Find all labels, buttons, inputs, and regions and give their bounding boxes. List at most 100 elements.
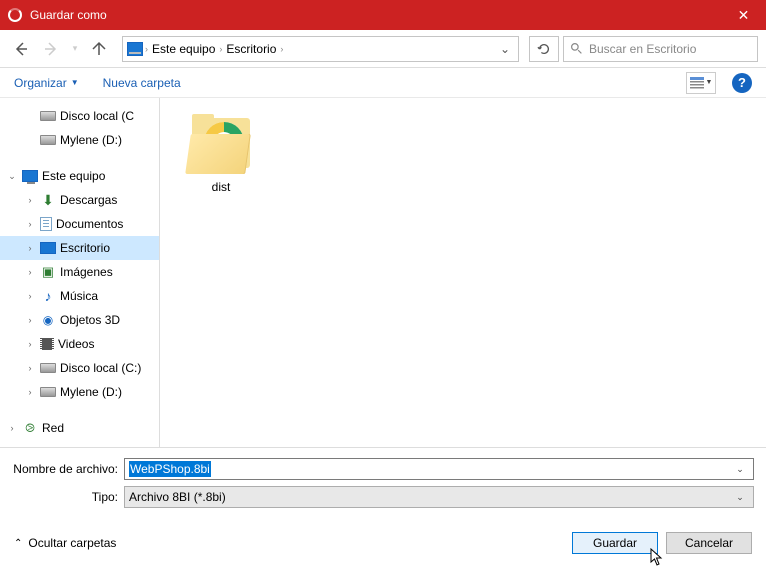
- tree-downloads[interactable]: › ⬇ Descargas: [0, 188, 159, 212]
- pc-icon: [127, 42, 143, 56]
- disk-icon: [40, 363, 56, 373]
- chevron-down-icon[interactable]: ⌄: [731, 492, 749, 503]
- tree-label: Videos: [58, 337, 94, 351]
- collapse-icon[interactable]: ⌄: [6, 171, 18, 182]
- arrow-up-icon: [91, 41, 107, 57]
- titlebar: Guardar como ✕: [0, 0, 766, 30]
- network-icon: ⧁: [22, 421, 38, 435]
- main-area: Disco local (C Mylene (D:) ⌄Este equipo …: [0, 98, 766, 448]
- app-icon: [8, 8, 22, 22]
- chevron-right-icon: ›: [280, 44, 283, 54]
- nav-tree[interactable]: Disco local (C Mylene (D:) ⌄Este equipo …: [0, 98, 160, 447]
- tree-mylene[interactable]: › Mylene (D:): [0, 380, 159, 404]
- organize-menu[interactable]: Organizar ▼: [14, 76, 79, 90]
- window-title: Guardar como: [30, 8, 721, 22]
- expand-icon[interactable]: ›: [24, 195, 36, 205]
- tree-disk-c[interactable]: Disco local (C: [0, 104, 159, 128]
- search-icon: [570, 42, 583, 55]
- tree-desktop[interactable]: › Escritorio: [0, 236, 159, 260]
- filename-label: Nombre de archivo:: [12, 462, 124, 476]
- tree-label: Mylene (D:): [60, 385, 122, 399]
- pictures-icon: ▣: [40, 265, 56, 279]
- expand-icon[interactable]: ›: [24, 315, 36, 325]
- chevron-down-icon: ▼: [71, 78, 79, 87]
- tree-label: Música: [60, 289, 98, 303]
- hide-folders-label: Ocultar carpetas: [28, 536, 116, 550]
- tree-label: Mylene (D:): [60, 133, 122, 147]
- footer: ⌃ Ocultar carpetas Guardar Cancelar: [0, 514, 766, 554]
- disk-icon: [40, 387, 56, 397]
- desktop-icon: [40, 242, 56, 254]
- expand-icon[interactable]: ›: [6, 423, 18, 433]
- back-button[interactable]: [8, 36, 34, 62]
- save-button[interactable]: Guardar: [572, 532, 658, 554]
- chevron-up-icon: ⌃: [14, 538, 22, 549]
- tree-documents[interactable]: › Documentos: [0, 212, 159, 236]
- view-menu[interactable]: ▼: [686, 72, 716, 94]
- disk-icon: [40, 135, 56, 145]
- expand-icon[interactable]: ›: [24, 243, 36, 253]
- folder-icon: [186, 114, 256, 174]
- videos-icon: [40, 338, 54, 350]
- tree-label: Escritorio: [60, 241, 110, 255]
- type-label: Tipo:: [12, 490, 124, 504]
- tree-videos[interactable]: › Videos: [0, 332, 159, 356]
- arrow-left-icon: [13, 41, 29, 57]
- tree-music[interactable]: › ♪ Música: [0, 284, 159, 308]
- new-folder-button[interactable]: Nueva carpeta: [103, 76, 181, 90]
- tree-label: Documentos: [56, 217, 123, 231]
- expand-icon[interactable]: ›: [24, 363, 36, 373]
- command-bar: Organizar ▼ Nueva carpeta ▼ ?: [0, 68, 766, 98]
- expand-icon[interactable]: ›: [24, 291, 36, 301]
- download-icon: ⬇: [40, 193, 56, 207]
- forward-button[interactable]: [38, 36, 64, 62]
- filename-input[interactable]: WebPShop.8bi ⌄: [124, 458, 754, 480]
- chevron-right-icon: ›: [145, 44, 148, 54]
- expand-icon[interactable]: ›: [24, 267, 36, 277]
- tree-label: Descargas: [60, 193, 117, 207]
- breadcrumb-root[interactable]: Este equipo: [150, 42, 217, 56]
- refresh-button[interactable]: [529, 36, 559, 62]
- tree-network[interactable]: › ⧁ Red: [0, 416, 159, 440]
- tree-label: Este equipo: [42, 169, 105, 183]
- filename-value: WebPShop.8bi: [129, 461, 211, 477]
- view-icon: [690, 77, 704, 89]
- recent-dropdown[interactable]: ▾: [68, 36, 82, 62]
- tree-label: Objetos 3D: [60, 313, 120, 327]
- tree-disk-c-full[interactable]: ›Disco local (C:): [0, 356, 159, 380]
- up-button[interactable]: [86, 36, 112, 62]
- music-icon: ♪: [40, 289, 56, 303]
- tree-pictures[interactable]: › ▣ Imágenes: [0, 260, 159, 284]
- search-placeholder: Buscar en Escritorio: [589, 42, 696, 56]
- chevron-right-icon: ›: [219, 44, 222, 54]
- document-icon: [40, 217, 52, 231]
- breadcrumb-folder[interactable]: Escritorio: [224, 42, 278, 56]
- tree-mylene-top[interactable]: Mylene (D:): [0, 128, 159, 152]
- file-list[interactable]: dist: [160, 98, 766, 447]
- address-bar[interactable]: › Este equipo › Escritorio › ⌄: [122, 36, 519, 62]
- objects3d-icon: ◉: [40, 313, 56, 327]
- type-select[interactable]: Archivo 8BI (*.8bi) ⌄: [124, 486, 754, 508]
- expand-icon[interactable]: ›: [24, 387, 36, 397]
- tree-3d[interactable]: › ◉ Objetos 3D: [0, 308, 159, 332]
- save-fields: Nombre de archivo: WebPShop.8bi ⌄ Tipo: …: [0, 448, 766, 508]
- cancel-button[interactable]: Cancelar: [666, 532, 752, 554]
- search-input[interactable]: Buscar en Escritorio: [563, 36, 758, 62]
- tree-this-pc[interactable]: ⌄ Este equipo: [0, 164, 159, 188]
- chevron-down-icon: ▼: [706, 79, 713, 86]
- arrow-right-icon: [43, 41, 59, 57]
- chevron-down-icon[interactable]: ⌄: [731, 464, 749, 475]
- help-button[interactable]: ?: [732, 73, 752, 93]
- folder-item[interactable]: dist: [176, 114, 266, 194]
- folder-label: dist: [176, 180, 266, 194]
- pc-icon: [22, 170, 38, 182]
- tree-label: Disco local (C: [60, 109, 134, 123]
- hide-folders-button[interactable]: ⌃ Ocultar carpetas: [14, 536, 116, 550]
- tree-label: Imágenes: [60, 265, 113, 279]
- tree-label: Red: [42, 421, 64, 435]
- close-button[interactable]: ✕: [721, 0, 766, 30]
- expand-icon[interactable]: ›: [24, 339, 36, 349]
- address-dropdown[interactable]: ⌄: [496, 42, 514, 56]
- organize-label: Organizar: [14, 76, 67, 90]
- expand-icon[interactable]: ›: [24, 219, 36, 229]
